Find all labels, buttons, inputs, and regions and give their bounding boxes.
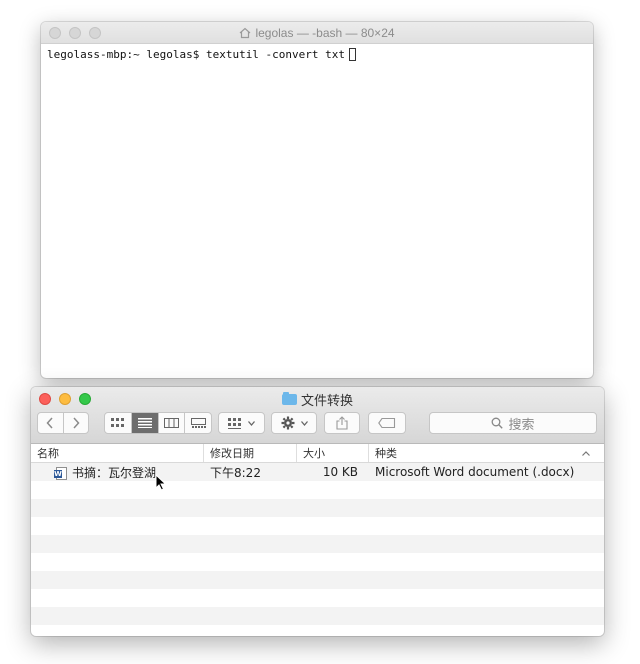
list-view-button[interactable] [131,413,159,433]
file-list: 书摘：瓦尔登湖 下午8:22 10 KB Microsoft Word docu… [31,463,604,625]
empty-row [31,481,604,499]
shell-command: textutil -convert txt [205,48,346,61]
empty-row [31,589,604,607]
house-icon [240,27,251,38]
action-menu-button[interactable] [271,412,317,434]
search-field[interactable]: 搜索 [429,412,597,434]
empty-row [31,607,604,625]
column-header-name[interactable]: 名称 [31,444,204,462]
column-header-size[interactable]: 大小 [297,444,369,462]
empty-row [31,499,604,517]
finder-title: 文件转换 [31,390,604,409]
column-header-row: 名称 修改日期 大小 种类 [31,444,604,463]
terminal-zoom-button[interactable] [89,27,101,39]
column-view-icon [163,418,179,428]
column-header-kind[interactable]: 种类 [369,444,604,462]
terminal-close-button[interactable] [49,27,61,39]
share-button[interactable] [324,412,360,434]
terminal-title-text: legolas — -bash — 80×24 [255,25,395,40]
file-name: 书摘：瓦尔登湖 [72,465,157,480]
chevron-down-icon [300,420,308,426]
column-header-size-label: 大小 [303,447,325,460]
terminal-window-controls [49,27,101,39]
terminal-titlebar[interactable]: legolas — -bash — 80×24 [41,22,593,44]
folder-icon [281,392,297,405]
magnifier-icon [492,417,504,429]
list-view-icon [137,418,152,428]
shell-prompt: legolass-mbp:~ legolas$ [47,48,200,61]
mouse-pointer-icon [155,474,167,491]
chevron-right-icon [73,417,80,429]
finder-window[interactable]: 文件转换 搜索 名称 修改日期 大小 种类 W书摘：瓦尔登湖 下午8:22 10… [31,387,604,636]
finder-toolbar[interactable]: 文件转换 搜索 [31,387,604,444]
terminal-title: legolas — -bash — 80×24 [239,25,395,40]
share-icon [336,416,348,430]
column-view-button[interactable] [159,413,186,433]
group-grid-icon [228,417,241,429]
file-size: 10 KB [322,465,358,479]
icon-view-button[interactable] [105,413,132,433]
terminal-minimize-button[interactable] [69,27,81,39]
empty-row [31,517,604,535]
column-header-name-label: 名称 [37,447,59,460]
column-header-modified[interactable]: 修改日期 [204,444,297,462]
finder-title-text: 文件转换 [300,394,353,409]
chevron-down-icon [248,420,255,426]
word-document-icon [54,466,67,480]
file-kind: Microsoft Word document (.docx) [375,465,575,479]
column-header-modified-label: 修改日期 [210,447,254,460]
forward-button[interactable] [64,413,89,433]
chevron-up-icon [582,450,590,456]
search-placeholder: 搜索 [508,417,535,433]
gear-icon [281,416,294,430]
group-by-button[interactable] [218,412,265,434]
file-row[interactable]: 书摘：瓦尔登湖 下午8:22 10 KB Microsoft Word docu… [31,463,604,481]
file-name-cell: 书摘：瓦尔登湖 [31,464,204,481]
grid-view-icon [110,418,124,427]
gallery-view-button[interactable] [185,413,211,433]
empty-row [31,535,604,553]
file-modified: 下午8:22 [210,465,261,480]
terminal-content[interactable]: legolass-mbp:~ legolas$ textutil -conver… [41,44,593,65]
navigation-buttons [37,412,89,434]
chevron-left-icon [46,417,53,429]
tag-icon [378,418,396,428]
terminal-window[interactable]: legolas — -bash — 80×24 legolass-mbp:~ l… [41,22,593,378]
empty-row [31,571,604,589]
edit-tags-button[interactable] [368,412,406,434]
back-button[interactable] [38,413,64,433]
column-header-kind-label: 种类 [375,447,397,460]
text-cursor [349,48,357,61]
view-mode-control [104,412,212,434]
empty-row [31,553,604,571]
gallery-view-icon [190,418,206,428]
